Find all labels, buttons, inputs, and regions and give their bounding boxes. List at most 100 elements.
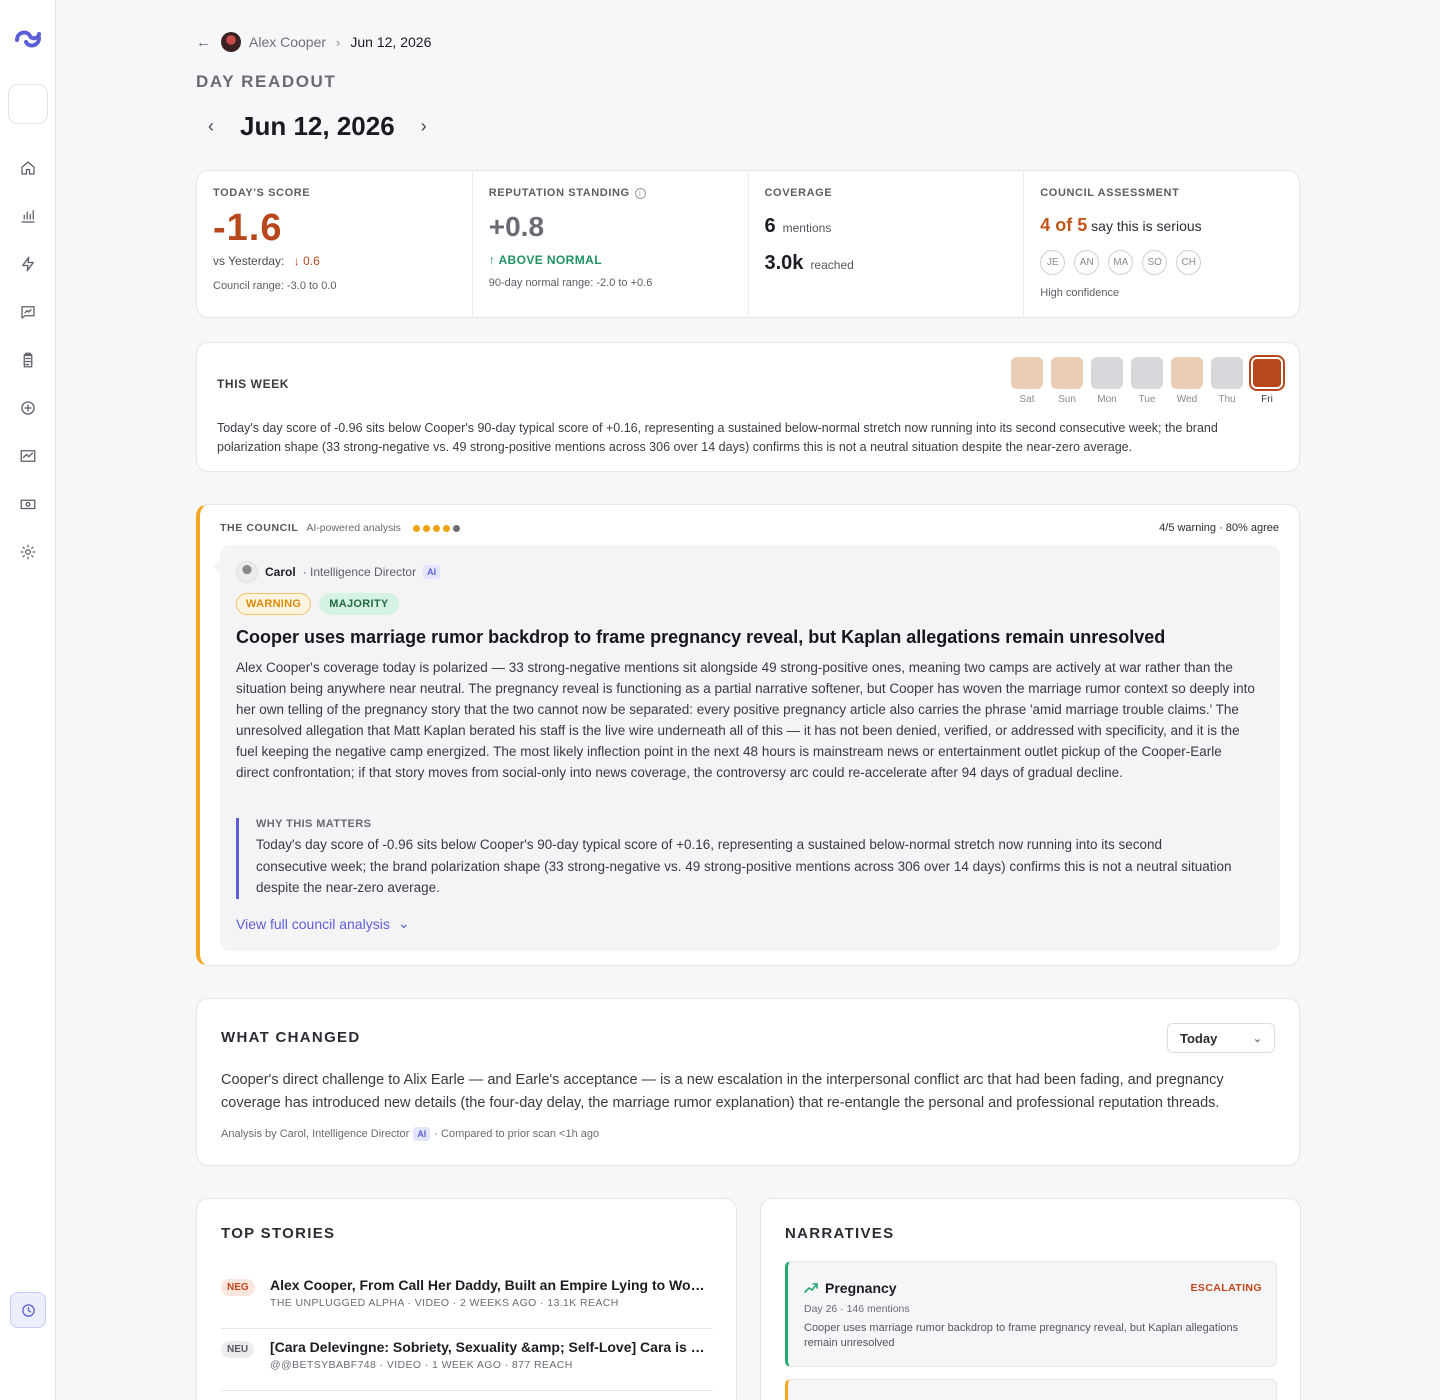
reputation-standing: REPUTATION STANDING i +0.8 ↑ ABOVE NORMAL… — [473, 171, 749, 317]
day-label: Sat — [1019, 394, 1035, 405]
page-label: DAY READOUT — [196, 72, 337, 91]
dot — [432, 524, 440, 532]
week-days: Sat Sun Mon Tue Wed Thu Fri — [1011, 357, 1283, 405]
narratives-card: NARRATIVES Pregnancy ESCALATING Day 26 ·… — [760, 1198, 1301, 1400]
story-title[interactable]: Alex Cooper, From Call Her Daddy, Built … — [270, 1277, 713, 1293]
dot — [452, 524, 460, 532]
reports-icon[interactable] — [17, 301, 39, 323]
why-this-matters: WHY THIS MATTERS Today's day score of -0… — [236, 818, 1236, 899]
council-member-chip[interactable]: AN — [1074, 250, 1100, 275]
week-day[interactable]: Tue — [1131, 357, 1163, 405]
top-stories-card: TOP STORIES NEG Alex Cooper, From Call H… — [196, 1198, 737, 1400]
activity-icon[interactable] — [17, 445, 39, 467]
reach-unit: reached — [810, 258, 854, 272]
mentions-row: 6 mentions — [765, 215, 1008, 238]
ai-badge: AI — [413, 1127, 431, 1141]
council-assessment: COUNCIL ASSESSMENT 4 of 5 say this is se… — [1024, 171, 1299, 317]
page-title: Jun 12, 2026 — [240, 110, 395, 141]
date-navigator: ‹ Jun 12, 2026 › — [196, 108, 439, 144]
clipboard-icon[interactable] — [17, 349, 39, 371]
reputation-value: +0.8 — [488, 211, 545, 242]
sentiment-badge: NEG — [221, 1279, 255, 1296]
chevron-right-icon: › — [336, 34, 341, 50]
bar-chart-icon[interactable] — [17, 205, 39, 227]
week-day[interactable]: Fri — [1251, 357, 1283, 405]
clock-icon — [21, 1303, 35, 1317]
why-body: Today's day score of -0.96 sits below Co… — [256, 837, 1232, 895]
mentions-count: 6 — [764, 215, 776, 237]
day-label: Thu — [1218, 394, 1236, 405]
story-row[interactable]: NEU [Cara Delevingne: Sobriety, Sexualit… — [221, 1335, 713, 1391]
story-meta: THE UNPLUGGED ALPHA · VIDEO · 2 WEEKS AG… — [270, 1297, 619, 1309]
vs-yesterday: vs Yesterday: ↓ 0.6 — [213, 254, 456, 268]
what-changed-body: Cooper's direct challenge to Alix Earle … — [221, 1072, 1224, 1111]
council-header: THE COUNCIL AI-powered analysis — [220, 522, 460, 534]
week-day[interactable]: Wed — [1171, 357, 1203, 405]
view-full-label: View full council analysis — [236, 915, 390, 932]
council-member-chip[interactable]: MA — [1108, 250, 1134, 275]
home-icon[interactable] — [17, 157, 39, 179]
week-day[interactable]: Mon — [1091, 357, 1123, 405]
day-label: Fri — [1261, 394, 1273, 405]
stat-label: REPUTATION STANDING i — [489, 187, 732, 199]
view-full-analysis-link[interactable]: View full council analysis ⌄ — [236, 915, 410, 932]
history-button[interactable] — [10, 1292, 46, 1328]
author-role: · Intelligence Director — [302, 565, 417, 579]
story-row[interactable]: NEG Alex Cooper, From Call Her Daddy, Bu… — [221, 1273, 713, 1329]
council-member-chip[interactable]: CH — [1176, 250, 1202, 275]
period-select[interactable]: Today ⌄ — [1167, 1023, 1275, 1053]
chevron-down-icon: ⌄ — [397, 915, 410, 931]
council-member-chip[interactable]: JE — [1040, 250, 1066, 275]
what-changed-card: WHAT CHANGED Today ⌄ Cooper's direct cha… — [196, 998, 1300, 1166]
story-title[interactable]: [Cara Delevingne: Sobriety, Sexuality &a… — [270, 1339, 713, 1355]
week-day[interactable]: Thu — [1211, 357, 1243, 405]
next-day-button[interactable]: › — [409, 116, 439, 137]
council-card: THE COUNCIL AI-powered analysis 4/5 warn… — [196, 504, 1300, 966]
stat-label-text: REPUTATION STANDING — [488, 187, 630, 199]
reach-row: 3.0k reached — [765, 252, 1008, 275]
council-subtitle: AI-powered analysis — [306, 522, 401, 534]
prev-day-button[interactable]: ‹ — [196, 116, 226, 137]
section-title: TOP STORIES — [221, 1225, 336, 1242]
day-score-square — [1091, 357, 1123, 389]
workspace-switcher[interactable] — [8, 84, 48, 124]
sentiment-badge: NEU — [221, 1341, 255, 1358]
week-day[interactable]: Sun — [1051, 357, 1083, 405]
day-label: Mon — [1097, 394, 1117, 405]
opinion-headline: Cooper uses marriage rumor backdrop to f… — [236, 627, 1166, 647]
lightning-icon[interactable] — [17, 253, 39, 275]
gear-icon[interactable] — [17, 541, 39, 563]
day-score-square — [1211, 357, 1243, 389]
tags: WARNING MAJORITY — [236, 593, 399, 615]
trending-up-icon — [804, 1283, 818, 1293]
narrative-item[interactable] — [785, 1379, 1277, 1400]
narrative-item[interactable]: Pregnancy ESCALATING Day 26 · 146 mentio… — [785, 1261, 1277, 1367]
score-value: -1.6 — [213, 207, 283, 249]
warning-tag: WARNING — [236, 593, 312, 615]
section-title: NARRATIVES — [785, 1225, 895, 1242]
add-circle-icon[interactable] — [17, 397, 39, 419]
council-member-chip[interactable]: SO — [1142, 250, 1168, 275]
logo[interactable] — [13, 26, 43, 50]
majority-tag: MAJORITY — [319, 593, 399, 615]
this-week-card: THIS WEEK Sat Sun Mon Tue Wed Thu Fri Today's … — [196, 342, 1300, 472]
stat-label: TODAY'S SCORE — [213, 187, 311, 199]
stat-label: COUNCIL ASSESSMENT — [1040, 187, 1180, 199]
story-meta: @@BETSYBABF748 · VIDEO · 1 WEEK AGO · 87… — [270, 1359, 573, 1371]
stats-card: TODAY'S SCORE -1.6 vs Yesterday: ↓ 0.6 C… — [196, 170, 1300, 318]
period-select-value: Today — [1180, 1030, 1218, 1046]
money-icon[interactable] — [17, 493, 39, 515]
section-title: THIS WEEK — [217, 377, 290, 391]
info-icon[interactable]: i — [634, 187, 646, 199]
council-count: 4 of 5 — [1040, 215, 1088, 235]
agreement-dots — [412, 524, 460, 532]
breadcrumb: ← Alex Cooper › Jun 12, 2026 — [196, 32, 431, 52]
back-arrow-icon[interactable]: ← — [196, 34, 211, 51]
council-range: Council range: -3.0 to 0.0 — [213, 280, 337, 292]
normal-range: 90-day normal range: -2.0 to +0.6 — [488, 277, 653, 289]
todays-score: TODAY'S SCORE -1.6 vs Yesterday: ↓ 0.6 C… — [197, 171, 473, 317]
narrative-title: Pregnancy — [825, 1280, 897, 1296]
week-day[interactable]: Sat — [1011, 357, 1043, 405]
stat-label: COVERAGE — [764, 187, 833, 199]
breadcrumb-parent[interactable]: Alex Cooper — [249, 34, 326, 50]
